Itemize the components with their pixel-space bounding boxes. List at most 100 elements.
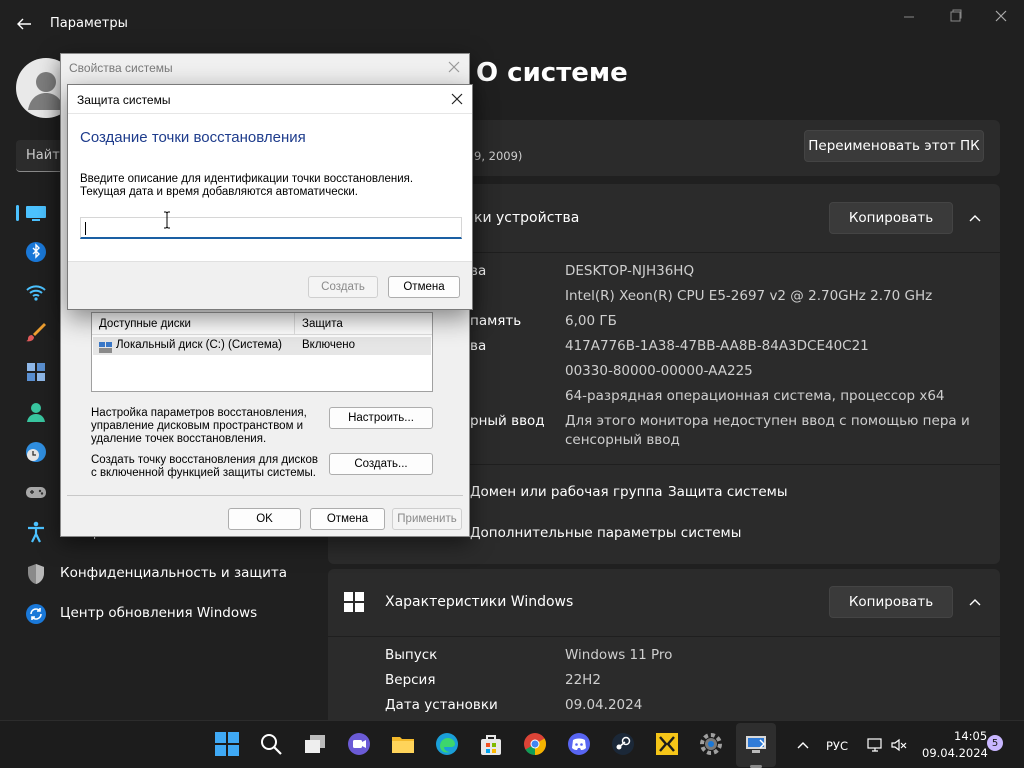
system-properties-app-icon[interactable]	[743, 731, 769, 757]
discord-icon[interactable]	[566, 731, 592, 757]
maximize-button[interactable]	[940, 8, 970, 26]
configure-description: Настройка параметров восстановления, упр…	[91, 407, 307, 445]
network-wifi-icon[interactable]	[24, 280, 48, 304]
spec-label: Выпуск	[385, 647, 438, 663]
dialog-footer: Создать Отмена	[68, 261, 472, 309]
dialog-heading: Создание точки восстановления	[80, 129, 306, 146]
chevron-up-icon[interactable]	[967, 210, 983, 226]
chevron-up-icon[interactable]	[795, 737, 811, 753]
device-specs-heading: ки устройства	[474, 210, 580, 226]
gaming-controller-icon[interactable]	[24, 480, 48, 504]
clock-date[interactable]: 09.04.2024	[922, 746, 988, 760]
spec-label: рный ввод	[470, 413, 545, 429]
text-caret	[85, 222, 86, 235]
shield-icon	[24, 562, 48, 586]
copy-device-specs-button[interactable]: Копировать	[829, 202, 953, 234]
settings-titlebar: Параметры	[0, 0, 1024, 48]
close-window-button[interactable]	[986, 8, 1016, 26]
pen-touch-value: Для этого монитора недоступен ввод с пом…	[565, 413, 970, 429]
create-description: Создать точку восстановления для дисков …	[91, 454, 318, 479]
drive-icon	[98, 339, 114, 355]
column-header-drives[interactable]: Доступные диски	[99, 318, 191, 330]
create-restore-point-dialog: Защита системы Создание точки восстановл…	[67, 84, 473, 310]
list-header: Доступные диски Защита	[92, 313, 432, 335]
close-icon[interactable]	[450, 92, 464, 106]
cancel-button[interactable]: Отмена	[310, 508, 385, 530]
sidebar-item-label: Центр обновления Windows	[60, 605, 258, 621]
column-separator	[294, 313, 295, 335]
bluetooth-icon[interactable]	[24, 240, 48, 264]
accounts-person-icon[interactable]	[24, 400, 48, 424]
steam-icon[interactable]	[610, 731, 636, 757]
divider	[67, 495, 463, 496]
ok-button[interactable]: OK	[228, 508, 301, 530]
chat-icon[interactable]	[346, 731, 372, 757]
task-view-icon[interactable]	[302, 731, 328, 757]
restore-point-description-input[interactable]	[80, 217, 462, 239]
sidebar-item-label: Конфиденциальность и защита	[60, 565, 288, 581]
page-title: О системе	[476, 58, 628, 88]
cancel-button[interactable]: Отмена	[388, 276, 460, 298]
drive-name: Локальный диск (C:) (Система)	[116, 339, 282, 351]
ram-value: 6,00 ГБ	[565, 313, 617, 329]
edition-value: Windows 11 Pro	[565, 647, 673, 663]
close-icon[interactable]	[447, 60, 461, 74]
chrome-browser-icon[interactable]	[522, 731, 548, 757]
install-date-value: 09.04.2024	[565, 697, 643, 713]
pc-model-text: 9, 2009)	[474, 149, 523, 163]
device-name-value: DESKTOP-NJH36HQ	[565, 263, 695, 279]
create-button[interactable]: Создать	[308, 276, 378, 298]
notification-count-badge[interactable]: 5	[987, 735, 1003, 751]
sidebar-item-windows-update[interactable]: Центр обновления Windows	[16, 596, 316, 632]
chevron-up-icon[interactable]	[967, 594, 983, 610]
file-explorer-icon[interactable]	[390, 731, 416, 757]
ibeam-cursor-icon	[162, 211, 172, 229]
pen-touch-value-line2: сенсорный ввод	[565, 432, 680, 448]
domain-workgroup-link[interactable]: Домен или рабочая группа	[470, 484, 663, 500]
personalization-brush-icon[interactable]	[24, 320, 48, 344]
back-arrow-icon[interactable]	[14, 14, 34, 34]
drive-protection-status: Включено	[302, 339, 356, 351]
divider	[68, 113, 472, 114]
taskbar: РУС 14:05 09.04.2024	[0, 720, 1024, 768]
network-status-icon[interactable]	[866, 736, 884, 754]
system-protection-link[interactable]: Защита системы	[668, 484, 787, 500]
windows-specs-heading: Характеристики Windows	[385, 594, 574, 610]
dialog-title: Свойства системы	[69, 61, 173, 75]
minimize-button[interactable]	[894, 8, 924, 26]
edge-browser-icon[interactable]	[434, 731, 460, 757]
nav-selected-indicator	[16, 205, 19, 221]
copy-windows-specs-button[interactable]: Копировать	[829, 586, 953, 618]
volume-muted-icon[interactable]	[890, 736, 908, 754]
search-icon[interactable]	[258, 731, 284, 757]
product-id-value: 00330-80000-00000-AA225	[565, 363, 753, 379]
windows-logo-icon	[344, 592, 364, 612]
rename-pc-button[interactable]: Переименовать этот ПК	[804, 130, 984, 162]
available-drives-list[interactable]: Доступные диски Защита Локальный диск (C…	[91, 312, 433, 392]
device-id-value: 417A776B-1A38-47BB-AA8B-84A3DCE40C21	[565, 338, 869, 354]
table-row[interactable]: Локальный диск (C:) (Система) Включено	[93, 337, 431, 355]
column-header-protection[interactable]: Защита	[302, 318, 343, 330]
version-value: 22H2	[565, 672, 601, 688]
spec-label: память	[470, 313, 522, 329]
update-icon	[24, 602, 48, 626]
spec-label: Дата установки	[385, 697, 498, 713]
spec-label: ва	[470, 338, 487, 354]
language-indicator[interactable]: РУС	[826, 739, 848, 753]
processor-value: Intel(R) Xeon(R) CPU E5-2697 v2 @ 2.70GH…	[565, 288, 933, 304]
app-title: Параметры	[50, 16, 128, 31]
app-yellow-icon[interactable]	[654, 731, 680, 757]
microsoft-store-icon[interactable]	[478, 731, 504, 757]
system-display-icon[interactable]	[24, 201, 48, 225]
configure-button[interactable]: Настроить...	[329, 407, 433, 429]
advanced-system-settings-link[interactable]: Дополнительные параметры системы	[470, 525, 741, 541]
apps-icon[interactable]	[24, 360, 48, 384]
sidebar-item-privacy[interactable]: Конфиденциальность и защита	[16, 556, 316, 592]
start-windows-icon[interactable]	[214, 731, 240, 757]
time-language-icon[interactable]	[24, 440, 48, 464]
apply-button[interactable]: Применить	[392, 508, 462, 530]
create-restore-point-button[interactable]: Создать...	[329, 453, 433, 475]
clock-time[interactable]: 14:05	[954, 729, 987, 743]
spec-label: Версия	[385, 672, 436, 688]
settings-gear-icon[interactable]	[698, 731, 724, 757]
